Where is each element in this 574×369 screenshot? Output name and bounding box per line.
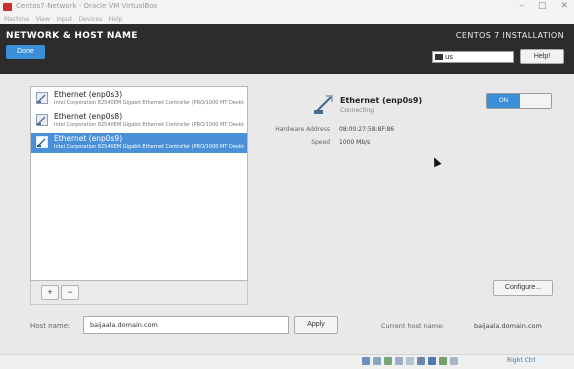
device-name: Ethernet (enp0s3) (54, 90, 123, 99)
device-description: Intel Corporation 82540EM Gigabit Ethern… (54, 122, 244, 128)
device-list-controls: + − (30, 281, 248, 305)
window-title: Centos7-Network - Oracle VM VirtualBox (16, 2, 158, 10)
current-hostname-label: Current host name: (381, 322, 445, 330)
menu-help[interactable]: Help (109, 16, 123, 23)
recording-icon[interactable] (439, 357, 447, 365)
window-menubar: Machine View Input Devices Help (0, 14, 574, 24)
speed-label: Speed (311, 139, 330, 146)
network-icon[interactable] (395, 357, 403, 365)
keyboard-layout-indicator[interactable]: us (432, 51, 514, 63)
hostname-label: Host name: (30, 322, 71, 330)
current-hostname-value: baijaala.domain.com (474, 322, 542, 330)
connection-toggle[interactable]: ON (486, 93, 552, 109)
close-icon[interactable]: ✕ (560, 1, 568, 11)
harddisk-icon[interactable] (362, 357, 370, 365)
ethernet-icon (36, 92, 48, 104)
audio-icon[interactable] (384, 357, 392, 365)
toggle-on-label: ON (487, 94, 520, 108)
ethernet-icon (36, 136, 48, 148)
device-name: Ethernet (enp0s9) (54, 134, 123, 143)
host-key-label: Right Ctrl (507, 357, 536, 364)
hardware-address-label: Hardware Address (275, 126, 330, 133)
maximize-icon[interactable]: □ (538, 1, 547, 11)
usb-icon[interactable] (406, 357, 414, 365)
device-list-item[interactable]: Ethernet (enp0s8) Intel Corporation 8254… (31, 111, 247, 131)
virtualbox-icon (3, 3, 12, 11)
device-status-icons (362, 357, 458, 365)
display-icon[interactable] (428, 357, 436, 365)
device-name: Ethernet (enp0s8) (54, 112, 123, 121)
add-device-button[interactable]: + (41, 285, 59, 300)
toggle-off-area (520, 94, 551, 108)
ethernet-icon (36, 114, 48, 126)
window-titlebar: Centos7-Network - Oracle VM VirtualBox –… (0, 0, 574, 14)
device-list-item-selected[interactable]: Ethernet (enp0s9) Intel Corporation 8254… (31, 133, 247, 153)
selected-device-name: Ethernet (enp0s9) (340, 96, 423, 105)
vm-statusbar: Right Ctrl (0, 354, 574, 369)
speed-value: 1000 Mb/s (339, 139, 371, 146)
done-button[interactable]: Done (6, 45, 45, 59)
optical-drive-icon[interactable] (373, 357, 381, 365)
installer-header: NETWORK & HOST NAME Done CENTOS 7 INSTAL… (0, 24, 574, 74)
apply-hostname-button[interactable]: Apply (294, 316, 338, 334)
menu-view[interactable]: View (36, 16, 50, 23)
device-list-item[interactable]: Ethernet (enp0s3) Intel Corporation 8254… (31, 89, 247, 109)
remove-device-button[interactable]: − (61, 285, 79, 300)
keyboard-icon (435, 54, 443, 60)
install-title: CENTOS 7 INSTALLATION (455, 31, 564, 40)
device-description: Intel Corporation 82540EM Gigabit Ethern… (54, 144, 244, 150)
device-description: Intel Corporation 82540EM Gigabit Ethern… (54, 100, 244, 106)
keyboard-layout-label: us (445, 53, 454, 61)
network-device-list: Ethernet (enp0s3) Intel Corporation 8254… (30, 86, 248, 281)
help-button[interactable]: Help! (520, 49, 564, 64)
menu-machine[interactable]: Machine (4, 16, 29, 23)
spoke-title: NETWORK & HOST NAME (6, 31, 138, 41)
minimize-icon[interactable]: – (519, 1, 524, 11)
hostname-input[interactable] (83, 316, 289, 334)
connection-status: Connecting (340, 107, 375, 114)
ethernet-icon (314, 95, 333, 114)
shared-folders-icon[interactable] (417, 357, 425, 365)
mouse-cursor-icon (430, 155, 442, 168)
hardware-address-value: 08:00:27:58:8F:86 (339, 126, 395, 133)
configure-button[interactable]: Configure... (493, 280, 553, 296)
menu-input[interactable]: Input (56, 16, 72, 23)
mouse-integration-icon[interactable] (450, 357, 458, 365)
window-controls: – □ ✕ (519, 1, 568, 11)
menu-devices[interactable]: Devices (79, 16, 103, 23)
